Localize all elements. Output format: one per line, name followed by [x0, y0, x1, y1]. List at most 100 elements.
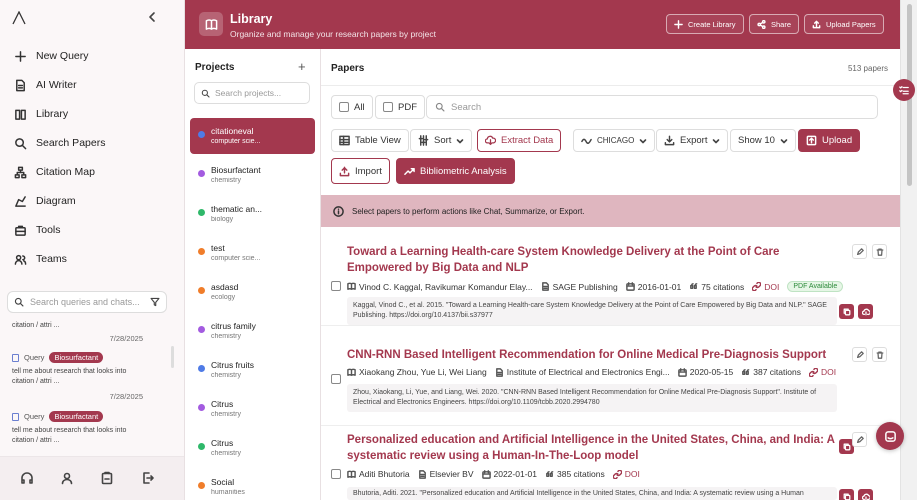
filter-pdf-button[interactable]: PDF [375, 95, 425, 119]
nav-new-query[interactable]: New Query [0, 45, 185, 67]
nav-teams[interactable]: Teams [0, 248, 185, 270]
app-logo-icon[interactable] [12, 11, 26, 25]
upload-papers-button[interactable]: Upload Papers [804, 14, 884, 34]
paper-title[interactable]: Personalized education and Artificial In… [347, 432, 837, 464]
chat-button[interactable] [876, 422, 904, 450]
project-item[interactable]: Citrus chemistry [190, 391, 315, 427]
nav-search-papers[interactable]: Search Papers [0, 132, 185, 154]
collapse-sidebar-icon[interactable] [146, 11, 158, 23]
library-icon [15, 109, 26, 120]
copy-icon [843, 308, 850, 315]
paper-doi-link[interactable]: DOI [808, 367, 836, 377]
project-search[interactable] [194, 82, 310, 104]
paper-title[interactable]: Toward a Learning Health-care System Kno… [347, 244, 837, 276]
project-item[interactable]: Social humanities [190, 469, 315, 500]
sidebar: New Query AI Writer Library Search Paper… [0, 0, 185, 500]
show-count-select[interactable]: Show 10 [730, 129, 796, 152]
filter-pdf-label: PDF [398, 101, 417, 113]
nav-library[interactable]: Library [0, 103, 185, 125]
papers-title: Papers [331, 63, 365, 74]
edit-paper-button[interactable] [852, 244, 867, 259]
project-category: chemistry [211, 450, 241, 457]
add-project-icon[interactable]: + [298, 60, 306, 73]
user-icon[interactable] [60, 471, 74, 485]
paper-checkbox[interactable] [331, 281, 341, 291]
paper-checkbox[interactable] [331, 374, 341, 384]
paper-publisher: Institute of Electrical and Electronics … [495, 367, 670, 377]
project-item[interactable]: citationeval computer scie... [190, 118, 315, 154]
paper-doi-link[interactable]: DOI [752, 282, 779, 292]
clipboard-icon[interactable] [100, 471, 114, 485]
checklist-toggle-button[interactable] [893, 79, 915, 101]
project-color-dot [198, 326, 205, 333]
history-search-input[interactable] [30, 297, 150, 307]
table-view-button[interactable]: Table View [331, 129, 409, 152]
edit-paper-button[interactable] [852, 432, 867, 447]
copy-citation-button[interactable] [839, 304, 854, 319]
export-citation-button[interactable] [858, 304, 873, 319]
history-type: Query [24, 353, 45, 362]
projects-title: Projects [195, 62, 235, 73]
sliders-icon [418, 135, 429, 146]
pencil-icon [856, 247, 864, 255]
chevron-down-icon [457, 138, 464, 143]
project-item[interactable]: Citrus chemistry [190, 430, 315, 466]
project-item[interactable]: thematic an... biology [190, 196, 315, 232]
nav-tools[interactable]: Tools [0, 219, 185, 241]
history-tag: Biosurfactant [49, 352, 104, 363]
paper-date: 2022-01-01 [481, 469, 537, 479]
edit-paper-button[interactable] [852, 347, 867, 362]
papers-panel: Papers 513 papers All PDF Table View Sor… [321, 49, 900, 500]
project-color-dot [198, 482, 205, 489]
paper-search-input[interactable] [451, 101, 869, 113]
project-item[interactable]: Biosurfactant chemistry [190, 157, 315, 193]
share-label: Share [771, 19, 792, 29]
paper-search[interactable] [426, 95, 878, 119]
share-button[interactable]: Share [749, 14, 800, 34]
filter-icon[interactable] [150, 297, 160, 307]
export-button[interactable]: Export [656, 129, 729, 152]
copy-citation-button[interactable] [839, 489, 854, 500]
headphones-icon[interactable] [20, 471, 34, 485]
paper-checkbox[interactable] [331, 469, 341, 479]
paper-title[interactable]: CNN-RNN Based Intelligent Recommendation… [347, 347, 837, 363]
project-item[interactable]: test computer scie... [190, 235, 315, 271]
logout-icon[interactable] [141, 471, 155, 485]
import-label: Import [355, 165, 382, 177]
project-name: Citrus fruits [211, 360, 254, 370]
history-item-text[interactable]: tell me about research that looks into c… [12, 367, 147, 387]
document-icon [16, 79, 25, 91]
nav-citation-map[interactable]: Citation Map [0, 161, 185, 183]
history-item[interactable]: Query Biosurfactant [12, 411, 104, 422]
history-tag: Biosurfactant [49, 411, 104, 422]
history-item-text[interactable]: tell me about research that looks into c… [12, 426, 147, 446]
sort-button[interactable]: Sort [410, 129, 473, 152]
upload-papers-label: Upload Papers [826, 19, 876, 29]
cloud-icon [861, 308, 870, 315]
project-item[interactable]: asdasd ecology [190, 274, 315, 310]
paper-doi-link[interactable]: DOI [612, 469, 640, 479]
paper-authors-text: Vinod C. Kaggal, Ravikumar Komandur Elay… [359, 281, 533, 292]
upload-button[interactable]: Upload [798, 129, 861, 152]
extract-data-button[interactable]: Extract Data [477, 129, 562, 152]
export-citation-button[interactable] [858, 489, 873, 500]
citation-style-select[interactable]: CHICAGO [573, 129, 656, 152]
project-item[interactable]: citrus family chemistry [190, 313, 315, 349]
delete-paper-button[interactable] [872, 347, 887, 362]
history-type: Query [24, 412, 45, 421]
project-search-input[interactable] [215, 88, 303, 98]
create-library-button[interactable]: Create Library [666, 14, 744, 34]
history-search[interactable] [7, 291, 167, 313]
bibliometric-analysis-button[interactable]: Bibliometric Analysis [396, 158, 515, 184]
filter-all-button[interactable]: All [331, 95, 373, 119]
history-item[interactable]: Query Biosurfactant [12, 352, 104, 363]
project-item[interactable]: Citrus fruits chemistry [190, 352, 315, 388]
calendar-icon [677, 367, 687, 377]
paper-doi-text: DOI [764, 281, 780, 292]
nav-diagram[interactable]: Diagram [0, 190, 185, 212]
cloud-icon [861, 493, 870, 500]
history-scrollbar[interactable] [171, 346, 174, 368]
import-button[interactable]: Import [331, 158, 390, 184]
nav-ai-writer[interactable]: AI Writer [0, 74, 185, 96]
delete-paper-button[interactable] [872, 244, 887, 259]
